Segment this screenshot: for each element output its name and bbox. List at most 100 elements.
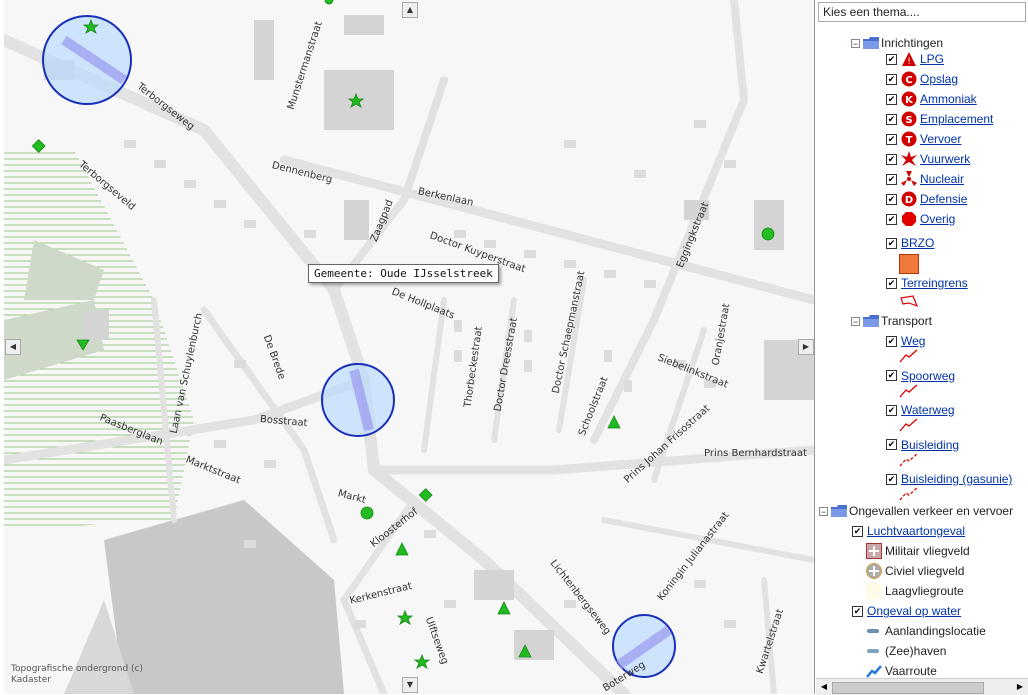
street-label: Prins Bernhardstraat (704, 448, 807, 459)
opslag-icon: C (901, 71, 917, 87)
layer-checkbox[interactable]: ✔ (852, 605, 863, 617)
layer-label[interactable]: BRZO (901, 236, 934, 250)
scroll-right-icon[interactable]: ▶ (1014, 681, 1026, 693)
legend-civiel: Civiel vliegveld (866, 562, 964, 580)
theme-select[interactable]: Kies een thema.... (818, 2, 1026, 22)
civil-airfield-icon (866, 563, 882, 579)
layer-item[interactable]: ✔ Weg (886, 332, 925, 350)
layer-item[interactable]: ✔ K Ammoniak (886, 90, 977, 108)
transport-line-symbol (899, 418, 918, 432)
layer-checkbox[interactable]: ✔ (852, 525, 863, 537)
layer-label[interactable]: Defensie (920, 192, 967, 206)
pan-down-button[interactable]: ▼ (402, 677, 418, 693)
layer-label[interactable]: Buisleiding (gasunie) (901, 472, 1012, 486)
layer-checkbox[interactable]: ✔ (886, 213, 897, 225)
layer-checkbox[interactable]: ✔ (886, 113, 897, 125)
collapse-icon[interactable]: − (851, 38, 860, 48)
layer-label[interactable]: LPG (920, 52, 944, 66)
layer-checkbox[interactable]: ✔ (886, 53, 897, 65)
vervoer-icon: T (901, 131, 917, 147)
copyright-line: Topografische ondergrond (c) (11, 664, 144, 674)
scroll-left-icon[interactable]: ◀ (818, 681, 830, 693)
ammoniak-icon: K (901, 91, 917, 107)
layer-item[interactable]: ✔ Overig (886, 210, 955, 228)
copyright-line: Kadaster (11, 675, 51, 685)
vuurwerk-icon (901, 151, 917, 167)
terreingrens-symbol (900, 295, 919, 308)
legend-militair: Militair vliegveld (866, 542, 970, 560)
layer-item[interactable]: ✔ Waterweg (886, 401, 955, 419)
layer-label[interactable]: Vervoer (920, 132, 961, 146)
layer-checkbox[interactable]: ✔ (886, 173, 897, 185)
layer-item[interactable]: ✔ Vuurwerk (886, 150, 970, 168)
layer-label[interactable]: Buisleiding (901, 438, 959, 452)
layer-item[interactable]: ✔ S Emplacement (886, 110, 993, 128)
layer-item[interactable]: ✔! LPG (886, 50, 944, 68)
layer-terreingrens[interactable]: ✔ Terreingrens (886, 274, 968, 292)
pan-right-button[interactable]: ▶ (798, 339, 814, 355)
layer-checkbox[interactable]: ✔ (886, 193, 897, 205)
low-flight-route-icon (866, 583, 882, 599)
layer-checkbox[interactable]: ✔ (886, 335, 897, 347)
layer-item[interactable]: ✔ C Opslag (886, 70, 958, 88)
svg-text:!: ! (907, 57, 911, 67)
shipping-route-icon (866, 665, 882, 678)
layer-checkbox[interactable]: ✔ (886, 237, 897, 249)
layer-label[interactable]: Opslag (920, 72, 958, 86)
svg-text:D: D (905, 195, 913, 206)
layer-label[interactable]: Overig (920, 212, 955, 226)
legend-aanlanding: Aanlandingslocatie (866, 622, 986, 640)
layer-label[interactable]: Waterweg (901, 403, 955, 417)
layer-item[interactable]: ✔ Spoorweg (886, 367, 955, 385)
legend-label: Laagvliegroute (885, 584, 964, 598)
legend-label: Vaarroute (885, 664, 937, 678)
collapse-icon[interactable]: − (851, 316, 860, 326)
collapse-icon[interactable]: − (819, 506, 828, 516)
layer-label[interactable]: Terreingrens (901, 276, 968, 290)
legend-label: Civiel vliegveld (885, 564, 965, 578)
layer-checkbox[interactable]: ✔ (886, 439, 897, 450)
layer-label[interactable]: Spoorweg (901, 369, 955, 383)
svg-text:T: T (906, 135, 913, 146)
pan-left-button[interactable]: ◀ (5, 339, 21, 355)
layer-brzo[interactable]: ✔ BRZO (886, 234, 934, 252)
group-transport[interactable]: − Transport (851, 312, 932, 330)
layer-item[interactable]: ✔ Buisleiding (886, 436, 959, 454)
layer-item[interactable]: ✔ D Defensie (886, 190, 967, 208)
nucleair-icon (901, 171, 917, 187)
legend-label: (Zee)haven (885, 644, 947, 658)
layer-checkbox[interactable]: ✔ (886, 473, 897, 485)
group-label: Ongevallen verkeer en vervoer (849, 504, 1014, 518)
layer-label[interactable]: Emplacement (920, 112, 993, 126)
layer-checkbox[interactable]: ✔ (886, 404, 897, 416)
map-view[interactable]: Munstermanstraat Terborgseweg Terborgsev… (4, 0, 815, 694)
layer-label[interactable]: Vuurwerk (920, 152, 970, 166)
layer-checkbox[interactable]: ✔ (886, 153, 897, 165)
layer-checkbox[interactable]: ✔ (886, 93, 897, 105)
layer-item[interactable]: ✔ Nucleair (886, 170, 964, 188)
panel-horizontal-scrollbar[interactable]: ◀ ▶ (816, 678, 1028, 695)
layer-label[interactable]: Ongeval op water (867, 604, 961, 618)
layer-checkbox[interactable]: ✔ (886, 73, 897, 85)
scroll-thumb[interactable] (832, 682, 984, 694)
layer-label[interactable]: Luchtvaartongeval (867, 524, 965, 538)
layer-label[interactable]: Ammoniak (920, 92, 977, 106)
layer-checkbox[interactable]: ✔ (886, 370, 897, 381)
layer-checkbox[interactable]: ✔ (886, 133, 897, 145)
layer-label[interactable]: Weg (901, 334, 925, 348)
svg-text:S: S (905, 115, 912, 126)
transport-line-symbol (899, 487, 918, 501)
municipality-tooltip: Gemeente: Oude IJsselstreek (308, 264, 499, 283)
layer-luchtvaartongeval[interactable]: ✔ Luchtvaartongeval (852, 522, 965, 540)
group-ongevallen[interactable]: − Ongevallen verkeer en vervoer (819, 502, 1013, 520)
layer-item[interactable]: ✔ T Vervoer (886, 130, 961, 148)
pan-up-button[interactable]: ▲ (402, 2, 418, 18)
layer-checkbox[interactable]: ✔ (886, 277, 897, 289)
layer-label[interactable]: Nucleair (920, 172, 964, 186)
layer-ongeval-op-water[interactable]: ✔ Ongeval op water (852, 602, 961, 620)
landing-location-icon (867, 629, 879, 633)
military-airfield-icon (866, 543, 882, 559)
layer-item[interactable]: ✔ Buisleiding (gasunie) (886, 470, 1012, 488)
defensie-icon: D (901, 191, 917, 207)
emplacement-icon: S (901, 111, 917, 127)
